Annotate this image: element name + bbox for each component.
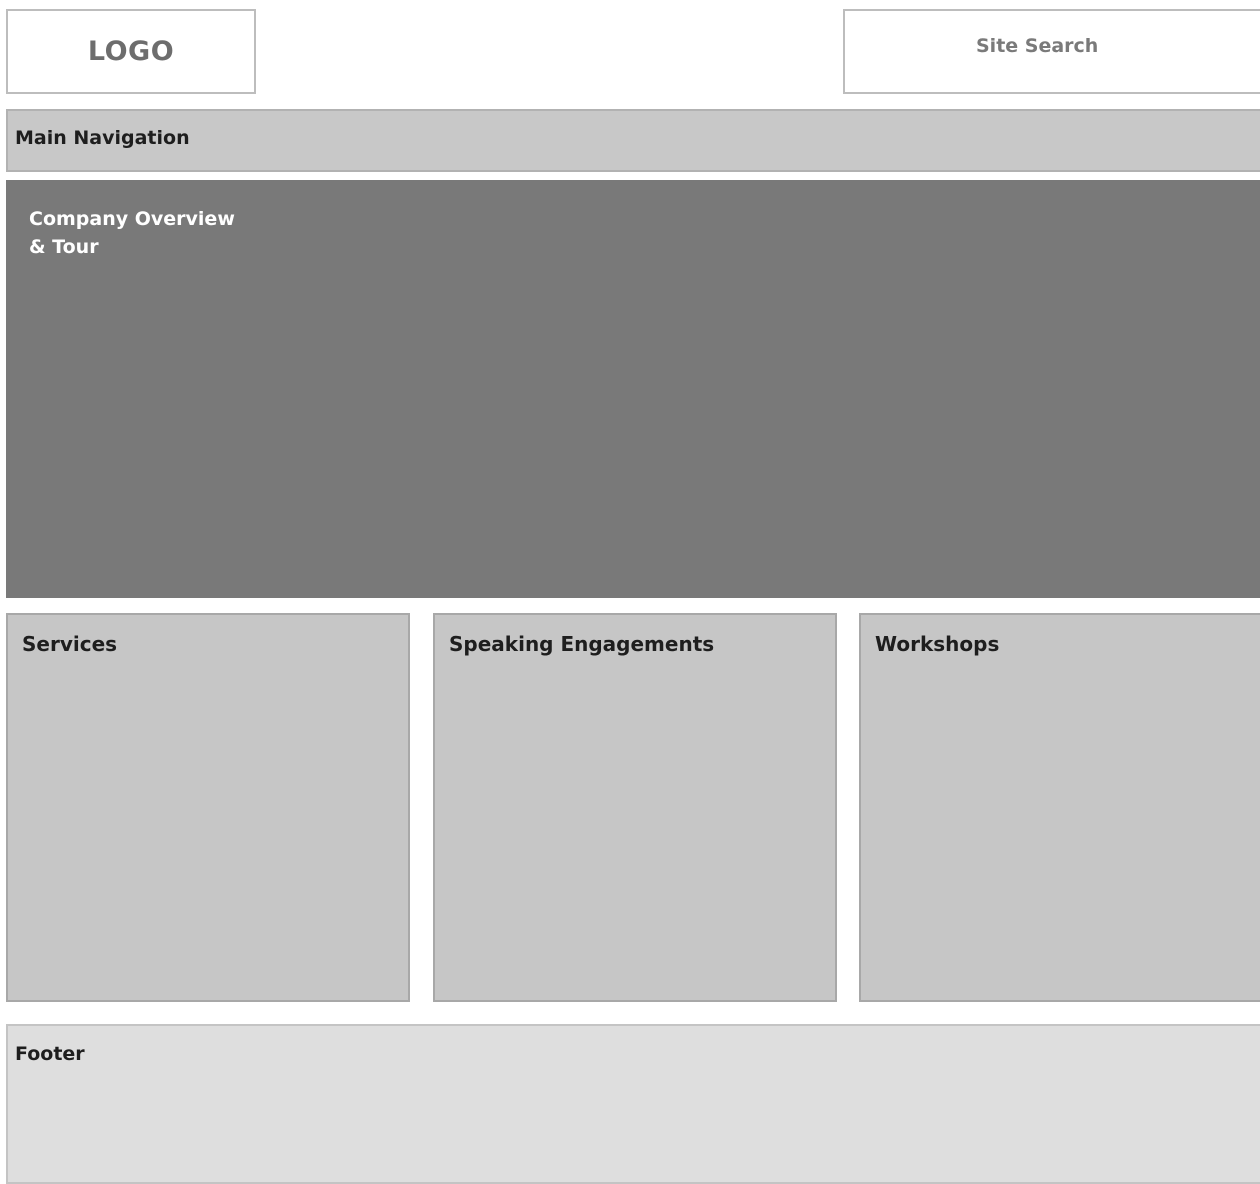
main-navigation-label: Main Navigation xyxy=(15,127,190,149)
logo-text: LOGO xyxy=(87,36,175,67)
main-navigation-bar[interactable]: Main Navigation xyxy=(6,109,1260,172)
workshops-card[interactable]: Workshops xyxy=(859,613,1260,1002)
footer: Footer xyxy=(6,1024,1260,1184)
site-search-label: Site Search xyxy=(976,35,1099,57)
services-card[interactable]: Services xyxy=(6,613,410,1002)
speaking-engagements-card-title: Speaking Engagements xyxy=(449,632,715,656)
services-card-title: Services xyxy=(22,632,118,656)
hero-title: Company Overview & Tour xyxy=(29,208,235,258)
site-search-box[interactable]: Site Search xyxy=(843,9,1260,94)
logo-placeholder[interactable]: LOGO xyxy=(6,9,256,94)
workshops-card-title: Workshops xyxy=(875,632,1000,656)
footer-label: Footer xyxy=(15,1043,85,1065)
company-overview-hero: Company Overview & Tour xyxy=(6,180,1260,598)
speaking-engagements-card[interactable]: Speaking Engagements xyxy=(433,613,837,1002)
